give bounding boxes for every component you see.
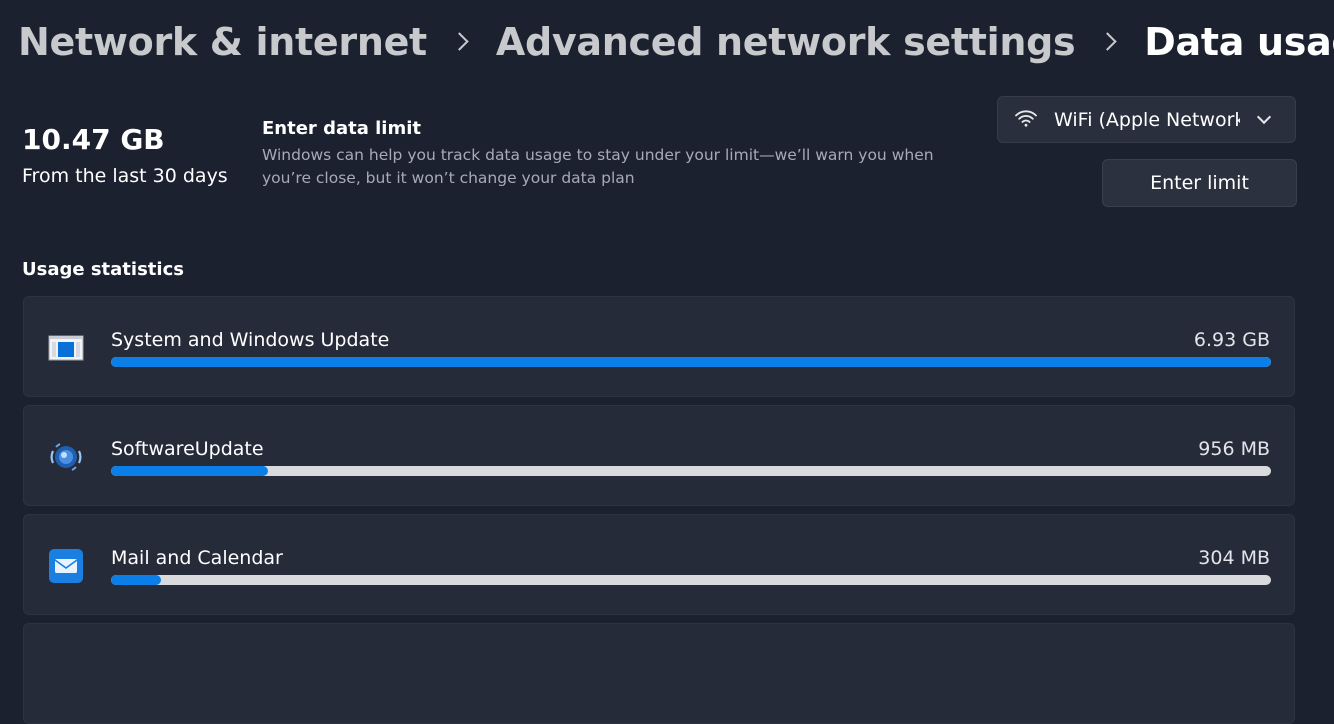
mail-icon [49,549,83,583]
usage-item-size: 6.93 GB [1193,329,1270,351]
breadcrumb-network-internet[interactable]: Network & internet [18,20,427,64]
usage-progress-fill [111,466,268,476]
chevron-right-icon [450,31,469,51]
usage-progress-fill [111,357,1271,367]
usage-progress-bar [111,575,1271,585]
chevron-down-icon [1256,109,1272,125]
data-limit-description: Windows can help you track data usage to… [262,146,934,187]
total-usage-value: 10.47 GB [22,123,165,156]
network-select-value: WiFi (Apple Network [1054,109,1240,131]
usage-item-partial[interactable] [23,623,1295,724]
usage-progress-bar [111,466,1271,476]
page-title: Data usage [1144,20,1334,64]
breadcrumb-advanced-network-settings[interactable]: Advanced network settings [496,20,1076,64]
usage-item-size: 304 MB [1198,547,1270,569]
chevron-right-icon [1098,31,1117,51]
enter-limit-button[interactable]: Enter limit [1102,159,1297,207]
usage-item-system-windows-update[interactable]: System and Windows Update 6.93 GB [23,296,1295,397]
breadcrumb: Network & internet Advanced network sett… [18,14,1334,70]
usage-statistics-title: Usage statistics [22,259,184,280]
data-limit-title: Enter data limit [262,118,421,139]
usage-item-name: SoftwareUpdate [111,438,264,460]
total-usage-caption: From the last 30 days [22,165,228,187]
usage-item-softwareupdate[interactable]: SoftwareUpdate 956 MB [23,405,1295,506]
usage-item-name: System and Windows Update [111,329,390,351]
software-update-icon [50,443,82,471]
usage-progress-bar [111,357,1271,367]
system-update-icon [48,335,84,361]
usage-progress-fill [111,575,161,585]
usage-item-size: 956 MB [1198,438,1270,460]
wifi-icon [1015,110,1037,127]
usage-item-name: Mail and Calendar [111,547,283,569]
network-select[interactable]: WiFi (Apple Network [997,96,1296,143]
usage-item-mail-calendar[interactable]: Mail and Calendar 304 MB [23,514,1295,615]
